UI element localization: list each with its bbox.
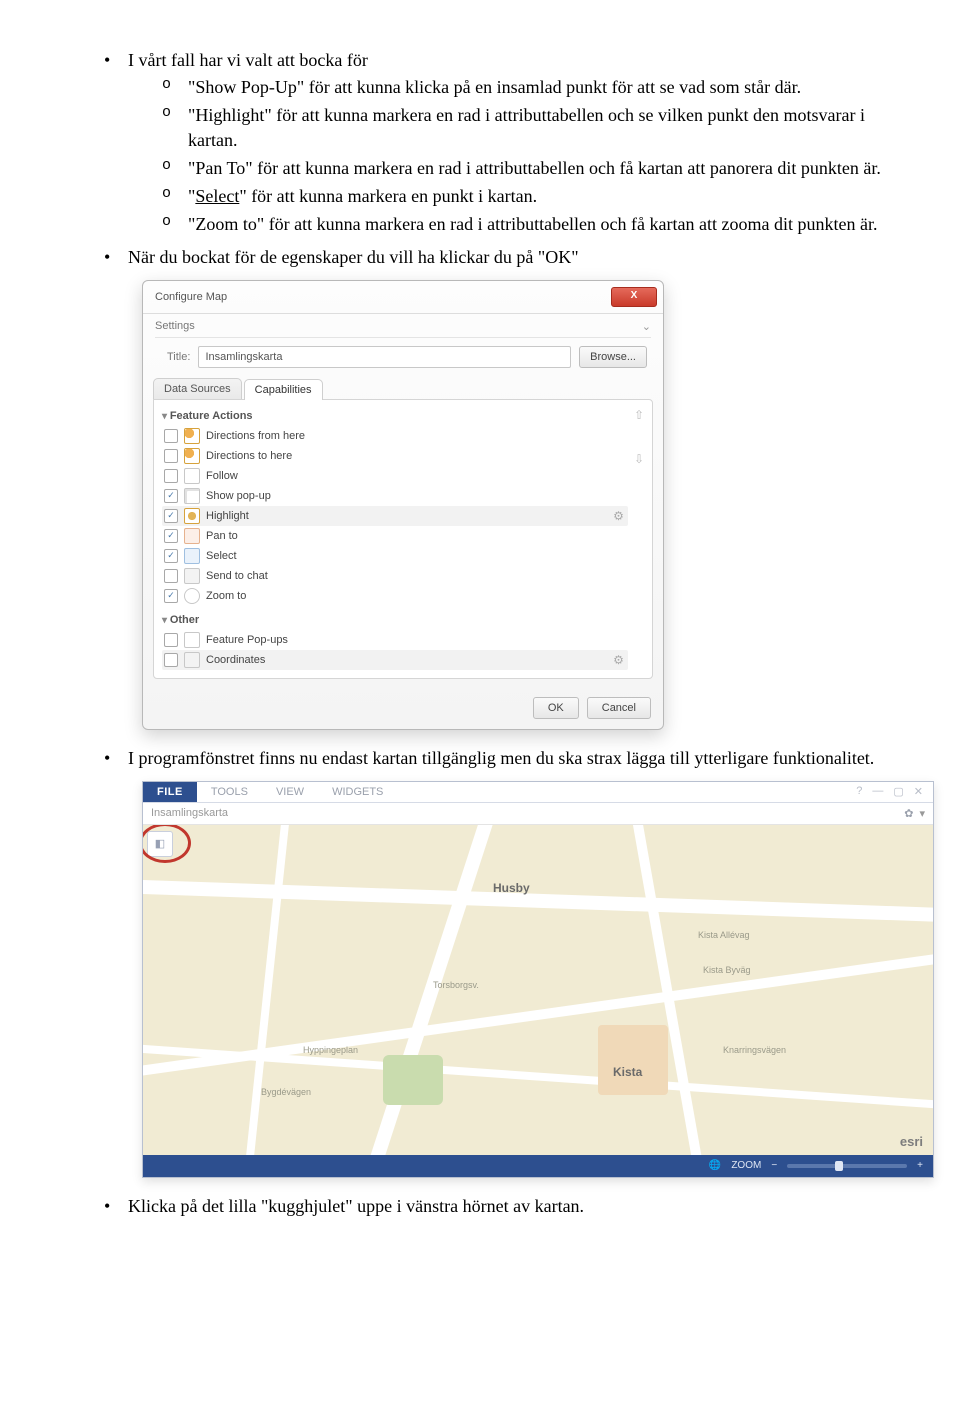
select-icon xyxy=(184,548,200,564)
move-down-icon[interactable]: ⇩ xyxy=(634,452,644,466)
row-pan-to[interactable]: Pan to xyxy=(162,526,628,546)
menu-view[interactable]: VIEW xyxy=(262,782,318,802)
map-label: Knarringsvägen xyxy=(723,1045,786,1055)
menu-widgets[interactable]: WIDGETS xyxy=(318,782,397,802)
tab-data-sources[interactable]: Data Sources xyxy=(153,378,242,399)
highlight-icon xyxy=(184,508,200,524)
close-icon[interactable]: ✕ xyxy=(914,785,923,798)
bullet-ok: När du bockat för de egenskaper du vill … xyxy=(100,247,890,268)
bullet-intro: I vårt fall har vi valt att bocka för "S… xyxy=(100,50,890,237)
help-icon[interactable]: ? xyxy=(856,785,862,798)
map-canvas[interactable]: Husby Kista Kista Allévag Kista Byväg To… xyxy=(143,825,933,1155)
annotation-circle xyxy=(143,825,191,863)
sub-popup: "Show Pop-Up" för att kunna klicka på en… xyxy=(162,75,890,99)
row-directions-from[interactable]: Directions from here xyxy=(162,426,628,446)
sub-highlight: "Highlight" för att kunna markera en rad… xyxy=(162,103,890,152)
zoom-label: ZOOM xyxy=(731,1160,761,1171)
configure-map-dialog: Configure Map X Settings ⌄ Title: Browse… xyxy=(142,280,664,730)
row-directions-to[interactable]: Directions to here xyxy=(162,446,628,466)
bullet-programwindow: I programfönstret finns nu endast kartan… xyxy=(100,748,890,769)
gear-icon[interactable]: ✿ xyxy=(904,807,913,820)
row-feature-popups[interactable]: Feature Pop-ups xyxy=(162,630,628,650)
checkbox[interactable] xyxy=(164,589,178,603)
status-bar: 🌐 ZOOM − + xyxy=(143,1155,933,1177)
minimize-icon[interactable]: — xyxy=(872,785,883,798)
coordinates-icon xyxy=(184,652,200,668)
gear-icon[interactable]: ⚙ xyxy=(613,509,624,523)
close-icon[interactable]: X xyxy=(611,287,657,307)
zoom-slider[interactable] xyxy=(787,1164,907,1168)
chevron-down-icon[interactable]: ▾ xyxy=(919,807,925,820)
pan-icon xyxy=(184,528,200,544)
checkbox[interactable] xyxy=(164,653,178,667)
maximize-icon[interactable]: ▢ xyxy=(893,785,903,798)
zoom-out-icon[interactable]: 🌐 xyxy=(709,1160,721,1171)
follow-icon xyxy=(184,468,200,484)
bullet-cogwheel: Klicka på det lilla "kugghjulet" uppe i … xyxy=(100,1196,890,1217)
checkbox[interactable] xyxy=(164,569,178,583)
gear-icon[interactable]: ⚙ xyxy=(613,653,624,667)
row-send-chat[interactable]: Send to chat xyxy=(162,566,628,586)
text: I vårt fall har vi valt att bocka för xyxy=(128,50,368,70)
checkbox[interactable] xyxy=(164,489,178,503)
menu-tools[interactable]: TOOLS xyxy=(197,782,262,802)
map-label: Torsborgsv. xyxy=(433,980,479,990)
chat-icon xyxy=(184,568,200,584)
row-follow[interactable]: Follow xyxy=(162,466,628,486)
app-window: FILE TOOLS VIEW WIDGETS ? — ▢ ✕ Insamlin… xyxy=(142,781,934,1178)
map-label-kista: Kista xyxy=(613,1065,642,1079)
map-label-husby: Husby xyxy=(493,881,530,895)
checkbox[interactable] xyxy=(164,549,178,563)
sub-zoomto: "Zoom to" för att kunna markera en rad i… xyxy=(162,212,890,236)
tab-capabilities[interactable]: Capabilities xyxy=(244,379,323,400)
document-title: Insamlingskarta xyxy=(151,807,228,819)
map-label: Kista Byväg xyxy=(703,965,751,975)
ok-button[interactable]: OK xyxy=(533,697,579,719)
row-coordinates[interactable]: Coordinates ⚙ xyxy=(162,650,628,670)
sub-panto: "Pan To" för att kunna markera en rad i … xyxy=(162,156,890,180)
row-select[interactable]: Select xyxy=(162,546,628,566)
group-other: Other xyxy=(162,614,628,626)
menu-file[interactable]: FILE xyxy=(143,782,197,802)
zoom-plus[interactable]: + xyxy=(917,1160,923,1171)
esri-logo: esri xyxy=(900,1134,923,1149)
checkbox[interactable] xyxy=(164,449,178,463)
menubar: FILE TOOLS VIEW WIDGETS ? — ▢ ✕ xyxy=(143,782,933,803)
title-label: Title: xyxy=(167,351,190,363)
group-feature-actions: Feature Actions xyxy=(162,410,628,422)
chevron-down-icon[interactable]: ⌄ xyxy=(642,320,651,333)
popup-icon xyxy=(184,488,200,504)
dialog-title: Configure Map xyxy=(155,291,227,303)
checkbox[interactable] xyxy=(164,429,178,443)
checkbox[interactable] xyxy=(164,633,178,647)
move-up-icon[interactable]: ⇧ xyxy=(634,408,644,422)
zoom-minus[interactable]: − xyxy=(771,1160,777,1171)
route-icon xyxy=(184,428,200,444)
zoom-icon xyxy=(184,588,200,604)
cancel-button[interactable]: Cancel xyxy=(587,697,651,719)
title-input[interactable] xyxy=(198,346,571,368)
map-label: Kista Allévag xyxy=(698,930,750,940)
checkbox[interactable] xyxy=(164,469,178,483)
checkbox[interactable] xyxy=(164,529,178,543)
checkbox[interactable] xyxy=(164,509,178,523)
popup-icon xyxy=(184,632,200,648)
map-label: Hyppingeplan xyxy=(303,1045,358,1055)
row-highlight[interactable]: Highlight ⚙ xyxy=(162,506,628,526)
row-show-popup[interactable]: Show pop-up xyxy=(162,486,628,506)
settings-label: Settings xyxy=(155,320,195,332)
route-icon xyxy=(184,448,200,464)
row-zoom-to[interactable]: Zoom to xyxy=(162,586,628,606)
map-label: Bygdévägen xyxy=(261,1087,311,1097)
sub-select: "Select" för att kunna markera en punkt … xyxy=(162,184,890,208)
browse-button[interactable]: Browse... xyxy=(579,346,647,368)
